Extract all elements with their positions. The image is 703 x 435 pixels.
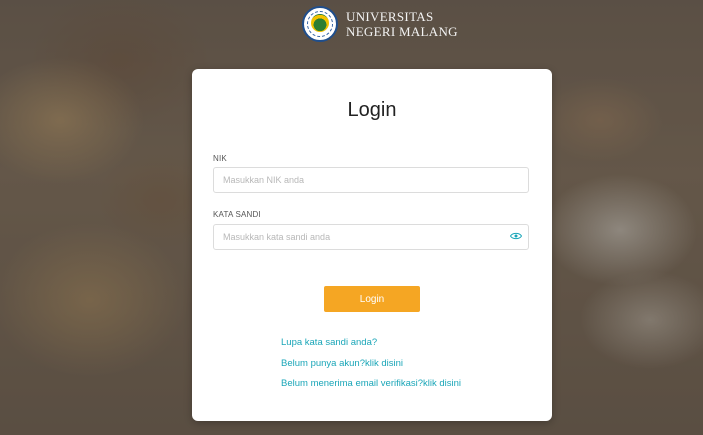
- university-seal-icon: [302, 6, 338, 42]
- brand-line-1: UNIVERSITAS: [346, 9, 434, 24]
- password-input[interactable]: [213, 224, 529, 250]
- forgot-password-link[interactable]: Lupa kata sandi anda?: [281, 337, 377, 348]
- eye-icon[interactable]: [510, 232, 522, 240]
- brand-header: UNIVERSITAS NEGERI MALANG: [302, 6, 458, 42]
- login-card: Login NIK KATA SANDI Login Lupa kata san…: [192, 69, 552, 421]
- resend-verification-link[interactable]: Belum menerima email verifikasi?klik dis…: [281, 378, 461, 389]
- brand-name: UNIVERSITAS NEGERI MALANG: [346, 9, 458, 39]
- nik-label: NIK: [213, 154, 227, 163]
- nik-input[interactable]: [213, 167, 529, 193]
- password-label: KATA SANDI: [213, 210, 261, 219]
- register-link[interactable]: Belum punya akun?klik disini: [281, 358, 403, 369]
- login-title: Login: [347, 99, 397, 121]
- brand-line-2: NEGERI MALANG: [346, 24, 458, 39]
- login-button[interactable]: Login: [324, 286, 420, 312]
